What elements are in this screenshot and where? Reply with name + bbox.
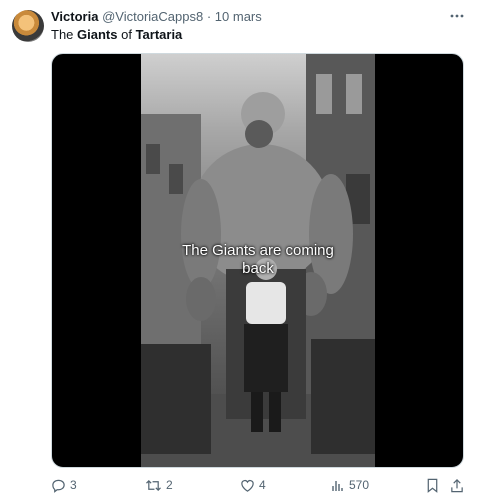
reply-count: 3	[70, 478, 77, 492]
author-name[interactable]: Victoria	[51, 9, 98, 24]
tweet[interactable]: Victoria @VictoriaCapps8 · 10 mars The G…	[0, 0, 477, 502]
views-count: 570	[349, 478, 370, 492]
tweet-text: The Giants of Tartaria	[51, 27, 182, 43]
tweet-text-part: Tartaria	[135, 27, 183, 42]
separator-dot: ·	[206, 9, 212, 24]
share-icon	[451, 478, 463, 492]
repost-icon	[146, 479, 161, 491]
avatar[interactable]	[12, 10, 44, 42]
more-icon[interactable]	[449, 8, 465, 27]
bookmark-icon	[427, 478, 438, 493]
like-icon	[241, 479, 254, 492]
repost-button[interactable]: 2	[145, 476, 173, 494]
tweet-text-part: Giants	[77, 27, 118, 42]
tweet-text-part: of	[117, 27, 136, 42]
video-caption-line: back	[242, 260, 274, 277]
reply-button[interactable]: 3	[51, 476, 77, 494]
author-handle[interactable]: @VictoriaCapps8	[102, 9, 203, 24]
like-button[interactable]: 4	[240, 476, 266, 494]
like-count: 4	[259, 478, 266, 492]
video-caption-line: The Giants are coming	[182, 242, 334, 259]
bookmark-button[interactable]	[426, 476, 439, 494]
tweet-text-part: The	[51, 27, 78, 42]
video-player[interactable]: The Giants are coming back	[51, 53, 464, 468]
action-bar: 3 2 4 570	[0, 476, 477, 496]
video-caption: The Giants are coming back	[141, 242, 375, 278]
reply-icon	[52, 479, 65, 493]
tweet-header: Victoria @VictoriaCapps8 · 10 mars	[51, 9, 262, 25]
views-icon	[332, 481, 343, 491]
views-button[interactable]: 570	[331, 476, 369, 494]
share-button[interactable]	[450, 476, 464, 494]
video-frame: The Giants are coming back	[141, 54, 375, 467]
repost-count: 2	[166, 478, 173, 492]
tweet-date[interactable]: 10 mars	[215, 9, 262, 24]
